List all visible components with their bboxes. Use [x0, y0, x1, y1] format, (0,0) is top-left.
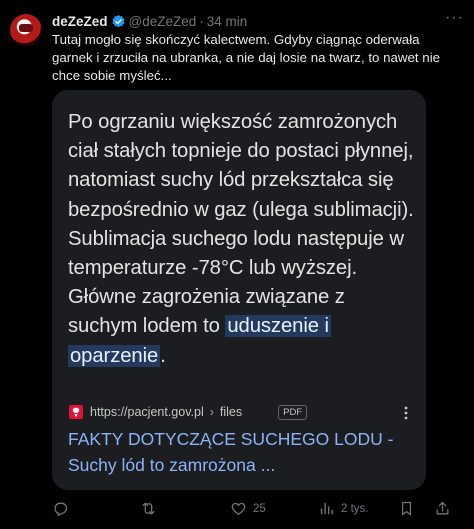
author-handle[interactable]: @deZeZed [129, 14, 197, 29]
bookmark-button[interactable] [398, 500, 415, 517]
retweet-button[interactable] [140, 500, 163, 517]
snippet-end: . [160, 344, 166, 367]
heart-icon [231, 502, 246, 515]
share-icon [436, 501, 449, 515]
author-name[interactable]: deZeZed [52, 14, 108, 29]
like-count: 25 [253, 502, 266, 515]
pdf-badge: PDF [278, 404, 308, 420]
views-button[interactable]: 2 tys. [318, 500, 368, 517]
reply-icon [54, 502, 68, 517]
tweet-header: deZeZed @deZeZed · 34 min [52, 12, 247, 30]
snippet-highlight-1: uduszenie i [225, 315, 331, 338]
card-source: https://pacjent.gov.pl › files PDF [68, 403, 308, 421]
quoted-search-card[interactable]: Po ogrzaniu większość zamrożonych ciał s… [52, 90, 426, 490]
action-bar: 25 2 tys. [52, 500, 462, 520]
card-link-title[interactable]: FAKTY DOTYCZĄCE SUCHEGO LODU - Suchy lód… [68, 426, 418, 478]
card-snippet: Po ogrzaniu większość zamrożonych ciał s… [68, 108, 414, 371]
views-count: 2 tys. [341, 502, 369, 515]
kebab-menu-icon[interactable] [404, 406, 408, 420]
tweet[interactable]: deZeZed @deZeZed · 34 min ··· Tutaj mogł… [0, 0, 474, 529]
source-separator: › [209, 405, 214, 419]
polish-eagle-icon [69, 405, 83, 419]
bookmark-icon [401, 501, 412, 516]
header-separator: · [199, 13, 204, 29]
like-button[interactable]: 25 [230, 500, 266, 517]
post-time[interactable]: 34 min [207, 14, 248, 29]
more-icon[interactable]: ··· [445, 10, 464, 26]
avatar[interactable] [10, 14, 42, 46]
reply-button[interactable] [52, 500, 75, 517]
share-button[interactable] [434, 500, 451, 517]
verified-badge-icon [112, 14, 125, 27]
snippet-text: Po ogrzaniu większość zamrożonych ciał s… [68, 111, 414, 338]
tweet-text: Tutaj mogło się skończyć kalectwem. Gdyb… [52, 32, 441, 83]
views-icon [320, 502, 333, 515]
snippet-highlight-2: oparzenie [68, 344, 161, 367]
retweet-icon [142, 502, 155, 515]
source-url[interactable]: https://pacjent.gov.pl [90, 405, 204, 419]
source-path: files [219, 405, 243, 419]
